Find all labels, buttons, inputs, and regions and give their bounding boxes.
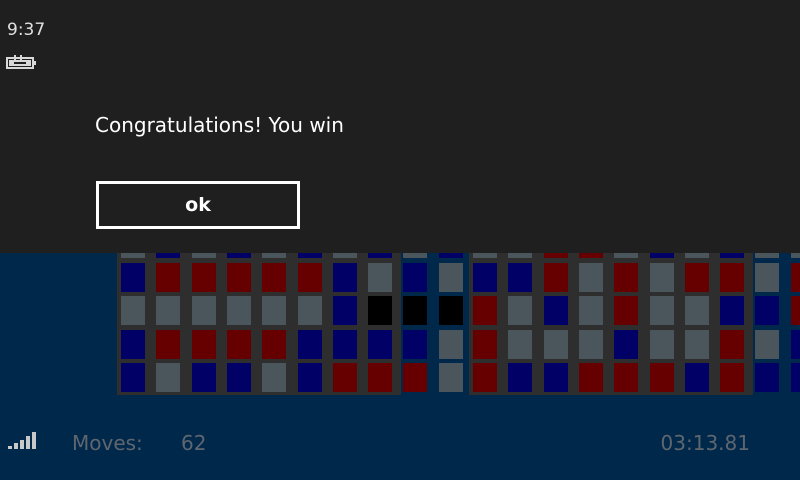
board-cell[interactable] (755, 363, 780, 392)
board-cell[interactable] (684, 296, 709, 325)
board-cell[interactable] (121, 329, 145, 359)
board-cell[interactable] (649, 262, 674, 292)
board-cell[interactable] (297, 296, 322, 325)
board-cell[interactable] (614, 329, 639, 359)
board-cell[interactable] (508, 296, 533, 325)
board-cell[interactable] (755, 329, 780, 359)
board-cell[interactable] (191, 296, 216, 325)
board-cell[interactable] (473, 363, 497, 392)
board-cell[interactable] (473, 296, 497, 325)
board-cell[interactable] (332, 296, 357, 325)
board-cell[interactable] (508, 262, 533, 292)
board-cell[interactable] (684, 329, 709, 359)
board-cell[interactable] (226, 329, 251, 359)
board-cell[interactable] (614, 262, 639, 292)
moves-count: 62 (181, 431, 207, 455)
board-cell[interactable] (543, 296, 568, 325)
clock: 9:37 (7, 20, 46, 40)
board-cell[interactable] (755, 296, 780, 325)
board-cell[interactable] (720, 262, 745, 292)
board-cell[interactable] (368, 329, 393, 359)
board-cell[interactable] (649, 363, 674, 392)
win-dialog: Congratulations! You win ok (0, 0, 800, 253)
board-cell[interactable] (121, 296, 145, 325)
board-cell[interactable] (473, 329, 497, 359)
board-cell[interactable] (438, 262, 463, 292)
board-cell[interactable] (578, 363, 603, 392)
board-cell[interactable] (191, 363, 216, 392)
board-cell[interactable] (297, 329, 322, 359)
board-cell[interactable] (403, 262, 428, 292)
elapsed-timer: 03:13.81 (660, 431, 750, 455)
ok-button[interactable]: ok (96, 181, 300, 229)
board-cell[interactable] (578, 329, 603, 359)
board-cell[interactable] (332, 329, 357, 359)
board-cell[interactable] (191, 262, 216, 292)
board-cell[interactable] (438, 329, 463, 359)
board-cell[interactable] (720, 363, 745, 392)
board-cell[interactable] (332, 262, 357, 292)
board-cell[interactable] (226, 262, 251, 292)
board-cell[interactable] (226, 363, 251, 392)
board-cell[interactable] (262, 329, 287, 359)
board-cell[interactable] (368, 262, 393, 292)
board-cell[interactable] (368, 296, 393, 325)
board-cell[interactable] (790, 363, 800, 392)
board-cell[interactable] (578, 262, 603, 292)
board-cell[interactable] (368, 363, 393, 392)
battery-charging-icon (6, 54, 38, 74)
board-cell[interactable] (438, 296, 463, 325)
board-cell[interactable] (262, 363, 287, 392)
board-cell[interactable] (262, 296, 287, 325)
board-cell[interactable] (543, 329, 568, 359)
board-cell[interactable] (473, 262, 497, 292)
board-cell[interactable] (332, 363, 357, 392)
board-cell[interactable] (403, 363, 428, 392)
board-cell[interactable] (578, 296, 603, 325)
board-cell[interactable] (684, 262, 709, 292)
board-cell[interactable] (649, 296, 674, 325)
board-cell[interactable] (720, 296, 745, 325)
board-cell[interactable] (156, 329, 181, 359)
board-cell[interactable] (226, 296, 251, 325)
board-cell[interactable] (543, 363, 568, 392)
board-cell[interactable] (755, 262, 780, 292)
board-cell[interactable] (262, 262, 287, 292)
board-cell[interactable] (403, 329, 428, 359)
board-cell[interactable] (297, 262, 322, 292)
board-cell[interactable] (156, 363, 181, 392)
board-cell[interactable] (720, 329, 745, 359)
board-cell[interactable] (191, 329, 216, 359)
board-cell[interactable] (438, 363, 463, 392)
board-cell[interactable] (684, 363, 709, 392)
board-cell[interactable] (508, 363, 533, 392)
moves-label: Moves: (72, 431, 143, 455)
board-cell[interactable] (156, 296, 181, 325)
board-cell[interactable] (614, 296, 639, 325)
board-cell[interactable] (121, 363, 145, 392)
board-cell[interactable] (121, 262, 145, 292)
board-cell[interactable] (297, 363, 322, 392)
board-cell[interactable] (790, 329, 800, 359)
dialog-message: Congratulations! You win (95, 113, 344, 137)
board-cell[interactable] (790, 296, 800, 325)
board-cell[interactable] (156, 262, 181, 292)
status-bar: 9:37 (0, 0, 56, 480)
board-cell[interactable] (790, 262, 800, 292)
board-cell[interactable] (403, 296, 428, 325)
board-cell[interactable] (614, 363, 639, 392)
board-cell[interactable] (649, 329, 674, 359)
board-cell[interactable] (508, 329, 533, 359)
board-cell[interactable] (543, 262, 568, 292)
